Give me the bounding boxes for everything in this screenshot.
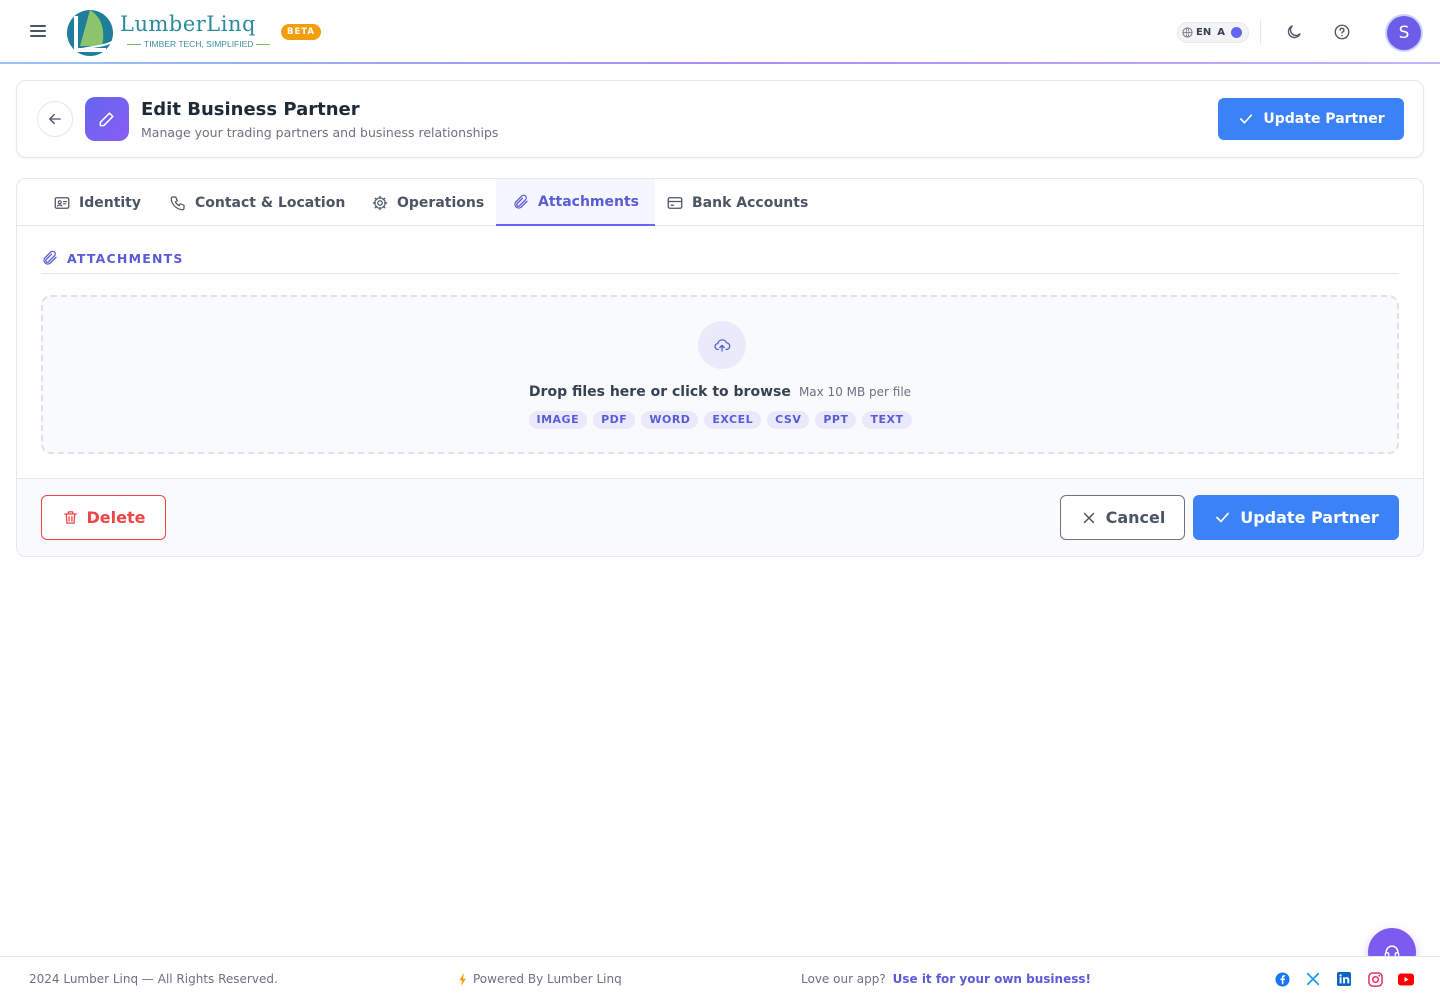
brand-name: LumberLinq [120, 12, 256, 36]
tab-label: Bank Accounts [692, 194, 809, 211]
page-header: Edit Business Partner Manage your tradin… [16, 80, 1424, 158]
form-actions: Delete Cancel Update Partner [17, 478, 1423, 556]
trash-icon [63, 511, 77, 524]
page-footer: 2024 Lumber Linq — All Rights Reserved. … [0, 956, 1440, 1000]
moon-icon [1287, 25, 1301, 39]
language-code: EN [1196, 27, 1212, 38]
file-type-chip: WORD [641, 411, 699, 429]
facebook-icon[interactable] [1274, 971, 1290, 987]
promo: Love our app? Use it for your own busine… [801, 972, 1091, 986]
dropzone-limit: Max 10 MB per file [798, 385, 912, 399]
delete-label: Delete [86, 508, 146, 527]
cancel-button[interactable]: Cancel [1060, 495, 1185, 540]
pencil-icon [99, 112, 114, 127]
file-type-chip: PDF [593, 411, 636, 429]
check-icon [1216, 512, 1230, 523]
arrow-left-icon [49, 113, 61, 125]
topbar-accent-line [0, 62, 1440, 64]
file-type-chip: CSV [767, 411, 810, 429]
tab-label: Contact & Location [195, 194, 346, 211]
page-title: Edit Business Partner [141, 99, 360, 120]
check-icon [1240, 114, 1253, 124]
x-icon[interactable] [1305, 971, 1321, 987]
tab-identity[interactable]: Identity [37, 179, 157, 226]
tab-operations[interactable]: Operations [355, 179, 500, 226]
file-dropzone[interactable]: Drop files here or click to browse Max 1… [41, 295, 1399, 454]
credit-card-icon [667, 196, 683, 209]
beta-badge: BETA [281, 24, 322, 40]
tab-label: Operations [397, 194, 485, 211]
tab-bank-accounts[interactable]: Bank Accounts [650, 179, 824, 226]
paperclip-icon [43, 250, 57, 265]
gear-icon [372, 195, 388, 210]
update-partner-label: Update Partner [1240, 508, 1379, 527]
tab-contact-location[interactable]: Contact & Location [153, 179, 361, 226]
language-toggle[interactable]: EN A [1177, 22, 1249, 43]
promo-text: Love our app? [801, 972, 886, 986]
file-type-chip: EXCEL [704, 411, 762, 429]
help-icon [1334, 24, 1350, 40]
social-links [1274, 971, 1414, 987]
instagram-icon[interactable] [1367, 971, 1383, 987]
update-partner-button[interactable]: Update Partner [1193, 495, 1399, 540]
tab-label: Attachments [538, 193, 640, 210]
menu-icon[interactable] [28, 22, 48, 42]
divider [1260, 20, 1261, 44]
cloud-upload-icon [714, 339, 731, 352]
page-subtitle: Manage your trading partners and busines… [141, 125, 499, 140]
youtube-icon[interactable] [1398, 971, 1414, 987]
divider [41, 273, 1399, 274]
brand-logo[interactable]: LumberLinq TIMBER TECH, SIMPLIFIED [66, 6, 266, 58]
dropzone-instruction: Drop files here or click to browse [528, 384, 791, 400]
cancel-label: Cancel [1105, 508, 1166, 527]
logo-mark-icon [67, 10, 113, 56]
tab-label: Identity [79, 194, 142, 211]
powered-text: Powered By Lumber Linq [473, 972, 622, 986]
top-bar: LumberLinq TIMBER TECH, SIMPLIFIED BETA … [0, 0, 1440, 64]
edit-badge [85, 97, 129, 141]
dropzone-text: Drop files here or click to browse Max 1… [43, 381, 1397, 400]
edit-form-card: Identity Contact & Location Operations A… [16, 178, 1424, 557]
update-partner-label: Update Partner [1263, 111, 1385, 127]
update-partner-button-header[interactable]: Update Partner [1218, 98, 1404, 140]
help-button[interactable] [1326, 16, 1358, 48]
section-heading: ATTACHMENTS [41, 249, 184, 267]
language-switch-knob [1230, 27, 1242, 38]
section-title: ATTACHMENTS [67, 250, 184, 266]
id-card-icon [54, 196, 70, 209]
file-type-chip: PPT [815, 411, 857, 429]
back-button[interactable] [37, 101, 73, 137]
tab-bar: Identity Contact & Location Operations A… [17, 179, 1423, 226]
file-type-chip: IMAGE [528, 411, 588, 429]
tab-attachments[interactable]: Attachments [496, 179, 656, 226]
paperclip-icon [514, 194, 528, 209]
file-type-chip: TEXT [862, 411, 912, 429]
file-type-list: IMAGE PDF WORD EXCEL CSV PPT TEXT [43, 411, 1397, 429]
linkedin-icon[interactable] [1336, 971, 1352, 987]
powered-by: Powered By Lumber Linq [458, 972, 622, 986]
close-icon [1083, 512, 1094, 523]
phone-icon [170, 195, 185, 210]
promo-link[interactable]: Use it for your own business! [893, 972, 1091, 986]
user-avatar[interactable]: S [1387, 16, 1421, 50]
language-alt: A [1217, 27, 1225, 38]
bolt-icon [459, 972, 466, 986]
upload-badge [698, 321, 746, 369]
brand-tagline: TIMBER TECH, SIMPLIFIED [124, 39, 273, 49]
globe-icon [1182, 27, 1193, 38]
copyright-text: 2024 Lumber Linq — All Rights Reserved. [29, 972, 278, 986]
dark-mode-toggle[interactable] [1278, 16, 1310, 48]
delete-button[interactable]: Delete [41, 495, 166, 540]
